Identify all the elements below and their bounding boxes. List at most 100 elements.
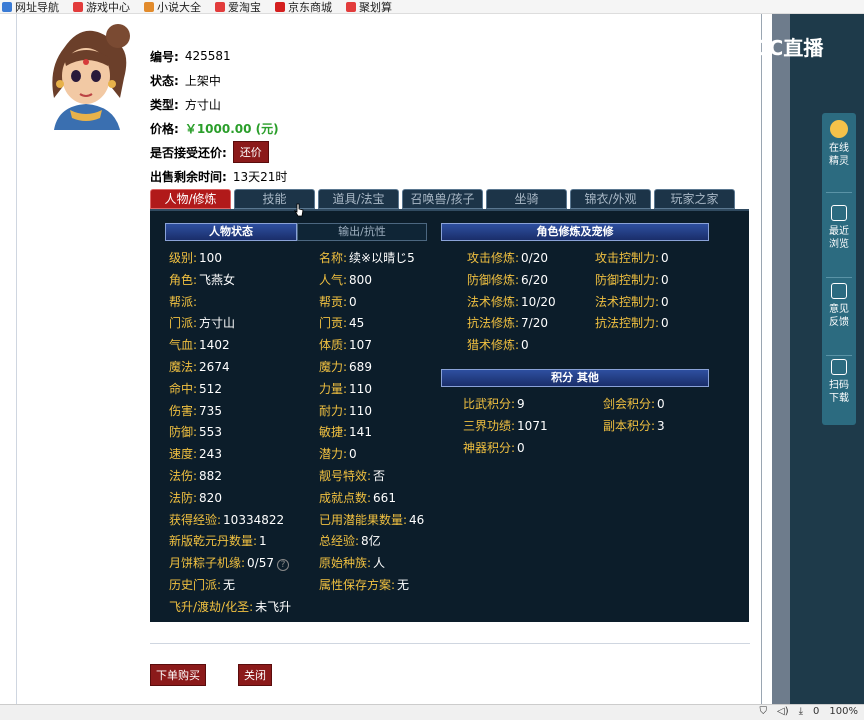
attr-left-row: 魔法: 2674 bbox=[169, 358, 230, 375]
attr-left-value: 0/57 bbox=[247, 556, 274, 571]
char-status-header[interactable]: 人物状态 bbox=[165, 223, 297, 241]
bookmark-icon bbox=[144, 1, 154, 12]
cultivation-right-label: 法术控制力: bbox=[595, 294, 660, 309]
tab-2[interactable]: 道具/法宝 bbox=[318, 189, 399, 209]
attr-left-row: 速度: 243 bbox=[169, 445, 222, 462]
attr-mid-value: 141 bbox=[349, 425, 372, 440]
attr-mid-label: 成就点数: bbox=[319, 490, 372, 505]
attr-left-label: 帮派: bbox=[169, 294, 198, 309]
item-status: 上架中 bbox=[184, 73, 221, 88]
cultivation-left-label: 攻击修炼: bbox=[467, 251, 520, 265]
help-icon[interactable]: ? bbox=[277, 559, 289, 572]
attr-mid-value: 110 bbox=[349, 381, 372, 396]
bookmark-item[interactable]: 京东商城 bbox=[275, 0, 332, 13]
tab-4[interactable]: 坐骑 bbox=[486, 189, 567, 209]
cultivation-left-row: 防御修炼: 6/20 bbox=[467, 271, 548, 288]
bottom-actions: 下单购买 关闭 bbox=[150, 664, 272, 686]
scroll-track[interactable] bbox=[772, 14, 790, 704]
bookmark-item[interactable]: 游戏中心 bbox=[73, 0, 130, 13]
attr-mid-label: 门贡: bbox=[319, 316, 348, 331]
attr-mid-row: 魔力: 689 bbox=[319, 358, 372, 375]
attr-left-row: 伤害: 735 bbox=[169, 402, 222, 419]
attr-mid-label: 已用潜能果数量: bbox=[319, 512, 408, 527]
side-item-0[interactable]: 在线精灵 bbox=[822, 120, 856, 168]
buy-button[interactable]: 下单购买 bbox=[150, 664, 206, 686]
tab-6[interactable]: 玩家之家 bbox=[654, 189, 735, 209]
side-item-label: 在线精灵 bbox=[829, 143, 849, 167]
attr-left-row: 气血: 1402 bbox=[169, 336, 230, 353]
side-separator bbox=[826, 277, 852, 278]
tab-0[interactable]: 人物/修炼 bbox=[150, 189, 231, 209]
attr-left-row: 防御: 553 bbox=[169, 423, 222, 440]
close-button[interactable]: 关闭 bbox=[238, 664, 272, 686]
attr-mid-label: 原始种族: bbox=[319, 556, 372, 571]
attr-left-row: 法伤: 882 bbox=[169, 467, 222, 484]
side-separator bbox=[826, 192, 852, 193]
attr-left-label: 法伤: bbox=[169, 469, 198, 483]
attr-left-row: 新版乾元丹数量: 1 bbox=[169, 532, 267, 549]
side-item-label: 最近浏览 bbox=[829, 226, 849, 250]
attr-mid-label: 敏捷: bbox=[319, 425, 348, 440]
attr-mid-row: 已用潜能果数量: 46 bbox=[319, 511, 424, 528]
points-right-row: 副本积分: 3 bbox=[603, 417, 665, 434]
cc-ring-icon bbox=[724, 35, 750, 58]
download-icon[interactable]: ⤓ bbox=[799, 706, 803, 717]
attr-mid-label: 帮贡: bbox=[319, 294, 348, 309]
cultivation-right-row: 防御控制力: 0 bbox=[595, 271, 669, 288]
points-right-label: 剑会积分: bbox=[603, 397, 656, 411]
bookmark-item[interactable]: 聚划算 bbox=[346, 0, 392, 13]
points-left-value: 9 bbox=[517, 397, 525, 411]
attr-left-value: 1 bbox=[259, 534, 267, 549]
edit-icon bbox=[831, 283, 847, 299]
speaker-icon[interactable]: ◁) bbox=[777, 706, 789, 717]
left-border bbox=[16, 14, 17, 704]
attr-mid-row: 成就点数: 661 bbox=[319, 489, 396, 506]
zoom-level[interactable]: 100% bbox=[829, 706, 858, 717]
block-counter[interactable]: 0 bbox=[813, 706, 819, 717]
cultivation-left-label: 法术修炼: bbox=[467, 294, 520, 309]
bookmark-item[interactable]: 网址导航 bbox=[2, 0, 59, 14]
bookmark-item[interactable]: 小说大全 bbox=[144, 0, 201, 13]
attr-mid-value: 0 bbox=[349, 294, 357, 309]
number-label: 编号: bbox=[150, 49, 179, 64]
item-price: ￥1000.00 (元) bbox=[184, 121, 279, 136]
character-panel: 人物状态 输出/抗性 角色修炼及宠修 积分 其他 级别: 100 角色: 飞燕女 帮派:… bbox=[150, 209, 749, 622]
attr-left-value: 512 bbox=[199, 381, 222, 396]
attr-left-label: 速度: bbox=[169, 447, 198, 462]
attr-left-label: 级别: bbox=[169, 251, 198, 265]
attr-mid-value: 800 bbox=[349, 272, 372, 287]
attr-left-row: 帮派: bbox=[169, 293, 199, 310]
qr-scan-icon bbox=[831, 359, 847, 375]
cultivation-left-label: 防御修炼: bbox=[467, 272, 520, 287]
cultivation-left-label: 猎术修炼: bbox=[467, 338, 520, 353]
attr-left-row: 角色: 飞燕女 bbox=[169, 271, 235, 288]
bargain-button[interactable]: 还价 bbox=[232, 141, 269, 163]
side-item-1[interactable]: 最近浏览 bbox=[822, 205, 856, 251]
attr-left-row: 命中: 512 bbox=[169, 380, 222, 397]
cultivation-right-label: 抗法控制力: bbox=[595, 316, 660, 331]
cultivation-right-row: 抗法控制力: 0 bbox=[595, 314, 669, 331]
attr-left-label: 角色: bbox=[169, 272, 198, 287]
attr-left-value: 243 bbox=[199, 447, 222, 462]
cultivation-right-value: 0 bbox=[661, 316, 669, 331]
attr-left-value: 未飞升 bbox=[255, 599, 292, 614]
points-right-value: 3 bbox=[657, 418, 665, 433]
attr-left-value: 2674 bbox=[199, 360, 230, 374]
bookmark-item[interactable]: 爱淘宝 bbox=[215, 0, 261, 13]
points-right-row: 剑会积分: 0 bbox=[603, 395, 665, 412]
tab-5[interactable]: 锦衣/外观 bbox=[570, 189, 651, 209]
cultivation-left-value: 10/20 bbox=[521, 294, 556, 309]
shield-icon[interactable]: ⛉ bbox=[760, 706, 768, 717]
points-right-value: 0 bbox=[657, 397, 665, 411]
attr-mid-value: 无 bbox=[397, 578, 410, 592]
attr-left-value: 820 bbox=[199, 490, 222, 505]
cc-logo-text: CC直播 bbox=[754, 36, 824, 60]
tab-3[interactable]: 召唤兽/孩子 bbox=[402, 189, 483, 209]
side-item-3[interactable]: 扫码下载 bbox=[822, 359, 856, 405]
bookmark-label: 网址导航 bbox=[15, 0, 59, 14]
points-left-row: 神器积分: 0 bbox=[463, 439, 525, 456]
side-item-2[interactable]: 意见反馈 bbox=[822, 283, 856, 329]
cultivation-right-label: 攻击控制力: bbox=[595, 251, 660, 265]
attr-left-label: 气血: bbox=[169, 338, 198, 353]
output-resist-header[interactable]: 输出/抗性 bbox=[297, 223, 427, 241]
